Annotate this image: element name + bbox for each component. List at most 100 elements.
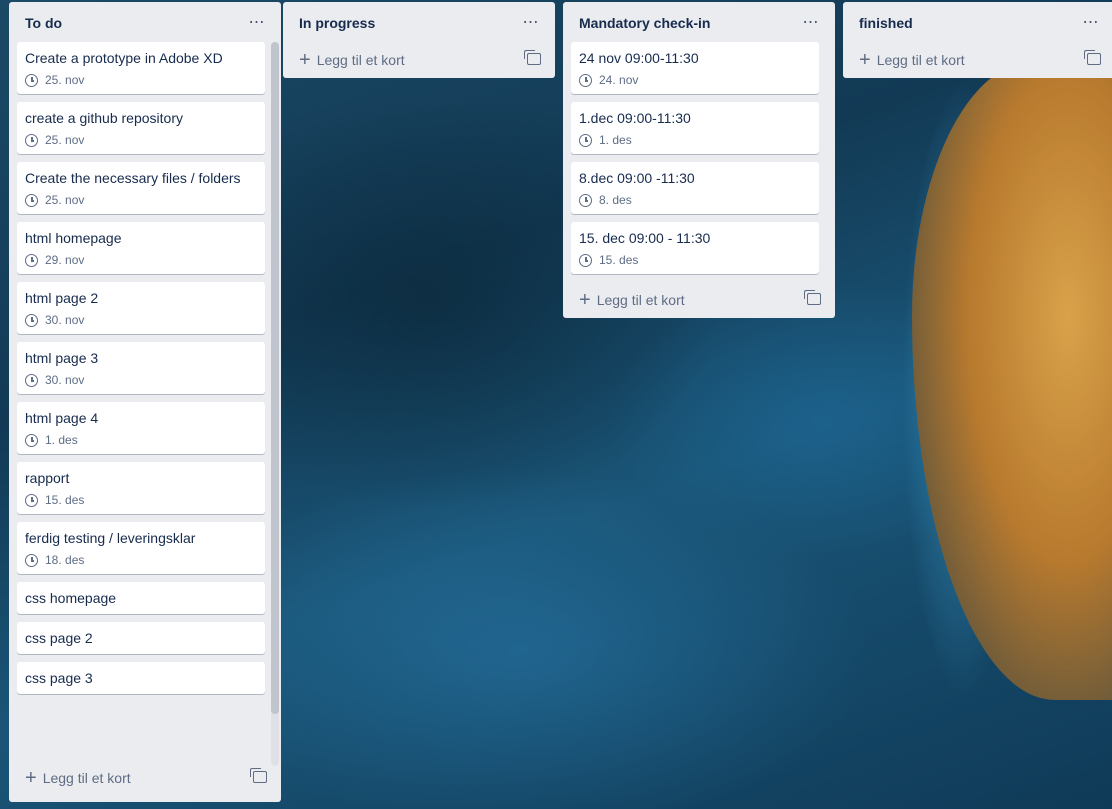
add-card-button[interactable]: + Legg til et kort xyxy=(283,42,555,78)
card-title: create a github repository xyxy=(25,110,183,126)
due-date: 29. nov xyxy=(45,253,85,267)
due-date: 1. des xyxy=(45,433,78,447)
card[interactable]: css page 3 xyxy=(17,662,265,694)
due-date-badge: 18. des xyxy=(25,548,257,572)
list-header[interactable]: Mandatory check-in ⋯ xyxy=(563,2,835,42)
list-title[interactable]: Mandatory check-in xyxy=(579,15,710,31)
plus-icon: + xyxy=(25,767,37,789)
list-header[interactable]: To do ⋯ xyxy=(9,2,281,42)
due-date-badge: 15. des xyxy=(25,488,257,512)
due-date-badge: 25. nov xyxy=(25,128,257,152)
clock-icon xyxy=(579,73,592,87)
card-template-icon[interactable] xyxy=(524,50,541,65)
due-date: 30. nov xyxy=(45,373,85,387)
card[interactable]: Create a prototype in Adobe XD 25. nov xyxy=(17,42,265,94)
more-options-icon[interactable]: ⋯ xyxy=(245,10,269,34)
list-title[interactable]: To do xyxy=(25,15,62,31)
card-title: html homepage xyxy=(25,230,122,246)
list-in-progress: In progress ⋯ + Legg til et kort xyxy=(283,2,555,78)
due-date-badge: 25. nov xyxy=(25,68,257,92)
due-date-badge: 25. nov xyxy=(25,188,257,212)
due-date: 25. nov xyxy=(45,133,85,147)
card[interactable]: html page 3 30. nov xyxy=(17,342,265,394)
scrollbar-thumb[interactable] xyxy=(271,42,279,714)
due-date: 15. des xyxy=(599,253,639,267)
due-date: 25. nov xyxy=(45,73,85,87)
due-date: 25. nov xyxy=(45,193,85,207)
due-date: 15. des xyxy=(45,493,85,507)
due-date: 8. des xyxy=(599,193,632,207)
add-card-button[interactable]: + Legg til et kort xyxy=(563,282,835,318)
card[interactable]: rapport 15. des xyxy=(17,462,265,514)
due-date-badge: 24. nov xyxy=(579,68,811,92)
clock-icon xyxy=(25,433,38,447)
due-date-badge: 30. nov xyxy=(25,308,257,332)
add-card-button[interactable]: + Legg til et kort xyxy=(9,760,281,796)
card[interactable]: Create the necessary files / folders 25.… xyxy=(17,162,265,214)
due-date: 18. des xyxy=(45,553,85,567)
clock-icon xyxy=(25,133,38,147)
card-title: 24 nov 09:00-11:30 xyxy=(579,50,699,66)
clock-icon xyxy=(579,193,592,207)
list-scrollbar[interactable] xyxy=(271,42,279,766)
clock-icon xyxy=(25,73,38,87)
card-title: 1.dec 09:00-11:30 xyxy=(579,110,691,126)
card[interactable]: 24 nov 09:00-11:30 24. nov xyxy=(571,42,819,94)
clock-icon xyxy=(25,553,38,567)
clock-icon xyxy=(25,253,38,267)
due-date-badge: 15. des xyxy=(579,248,811,272)
card[interactable]: 1.dec 09:00-11:30 1. des xyxy=(571,102,819,154)
list-finished: finished ⋯ + Legg til et kort xyxy=(843,2,1112,78)
list-title[interactable]: In progress xyxy=(299,15,375,31)
card[interactable]: ferdig testing / leveringsklar 18. des xyxy=(17,522,265,574)
plus-icon: + xyxy=(299,49,311,71)
card-container: Create a prototype in Adobe XD 25. nov c… xyxy=(9,42,281,762)
card[interactable]: html page 2 30. nov xyxy=(17,282,265,334)
clock-icon xyxy=(25,493,38,507)
add-card-label: Legg til et kort xyxy=(876,52,965,68)
card-template-icon[interactable] xyxy=(250,768,267,783)
add-card-label: Legg til et kort xyxy=(596,292,685,308)
card-title: Create a prototype in Adobe XD xyxy=(25,50,223,66)
card[interactable]: html page 4 1. des xyxy=(17,402,265,454)
card-container: 24 nov 09:00-11:30 24. nov 1.dec 09:00-1… xyxy=(563,42,835,274)
clock-icon xyxy=(25,313,38,327)
card[interactable]: css page 2 xyxy=(17,622,265,654)
card[interactable]: create a github repository 25. nov xyxy=(17,102,265,154)
more-options-icon[interactable]: ⋯ xyxy=(1079,10,1103,34)
clock-icon xyxy=(25,373,38,387)
list-mandatory-check-in: Mandatory check-in ⋯ 24 nov 09:00-11:30 … xyxy=(563,2,835,318)
due-date: 1. des xyxy=(599,133,632,147)
list-header[interactable]: finished ⋯ xyxy=(843,2,1112,42)
card-title: rapport xyxy=(25,470,70,486)
card-title: html page 2 xyxy=(25,290,99,306)
card-title: css page 3 xyxy=(25,670,93,686)
card-title: 15. dec 09:00 - 11:30 xyxy=(579,230,711,246)
clock-icon xyxy=(25,193,38,207)
due-date-badge: 1. des xyxy=(579,128,811,152)
card-template-icon[interactable] xyxy=(1084,50,1101,65)
clock-icon xyxy=(579,253,592,267)
card-title: ferdig testing / leveringsklar xyxy=(25,530,196,546)
list-title[interactable]: finished xyxy=(859,15,913,31)
card[interactable]: 8.dec 09:00 -11:30 8. des xyxy=(571,162,819,214)
card-title: css page 2 xyxy=(25,630,93,646)
card-title: html page 3 xyxy=(25,350,99,366)
card[interactable]: css homepage xyxy=(17,582,265,614)
card-template-icon[interactable] xyxy=(804,290,821,305)
due-date: 30. nov xyxy=(45,313,85,327)
add-card-label: Legg til et kort xyxy=(42,770,131,786)
list-header[interactable]: In progress ⋯ xyxy=(283,2,555,42)
more-options-icon[interactable]: ⋯ xyxy=(799,10,823,34)
due-date-badge: 1. des xyxy=(25,428,257,452)
due-date-badge: 30. nov xyxy=(25,368,257,392)
due-date: 24. nov xyxy=(599,73,639,87)
plus-icon: + xyxy=(579,289,591,311)
card[interactable]: html homepage 29. nov xyxy=(17,222,265,274)
due-date-badge: 29. nov xyxy=(25,248,257,272)
add-card-button[interactable]: + Legg til et kort xyxy=(843,42,1112,78)
card[interactable]: 15. dec 09:00 - 11:30 15. des xyxy=(571,222,819,274)
add-card-label: Legg til et kort xyxy=(316,52,405,68)
card-title: html page 4 xyxy=(25,410,99,426)
more-options-icon[interactable]: ⋯ xyxy=(519,10,543,34)
